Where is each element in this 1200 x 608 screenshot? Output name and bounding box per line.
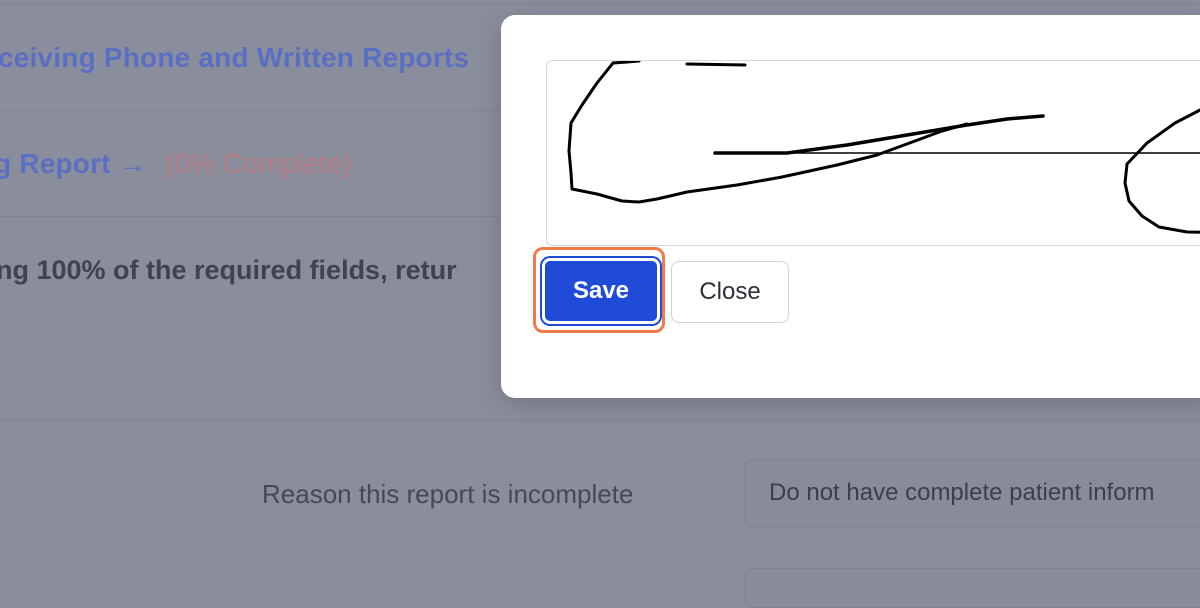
signature-drawing [567,61,1200,234]
save-button[interactable]: Save [542,258,660,324]
signature-modal: Save Close [501,15,1200,398]
section-link-phone-written-reports[interactable]: ceiving Phone and Written Reports [0,42,469,74]
section-divider [0,419,1200,420]
report-progress-text: (0% Complete) [165,148,352,179]
secondary-select[interactable] [744,568,1200,608]
instruction-text: ng 100% of the required fields, retur [0,255,457,285]
signature-pad[interactable] [546,60,1200,246]
close-button[interactable]: Close [671,261,789,323]
incomplete-reason-select[interactable]: Do not have complete patient inform [744,459,1200,527]
section-link-report[interactable]: g Report → [0,148,147,180]
incomplete-reason-label: Reason this report is incomplete [262,479,634,509]
section-divider [0,4,1200,5]
